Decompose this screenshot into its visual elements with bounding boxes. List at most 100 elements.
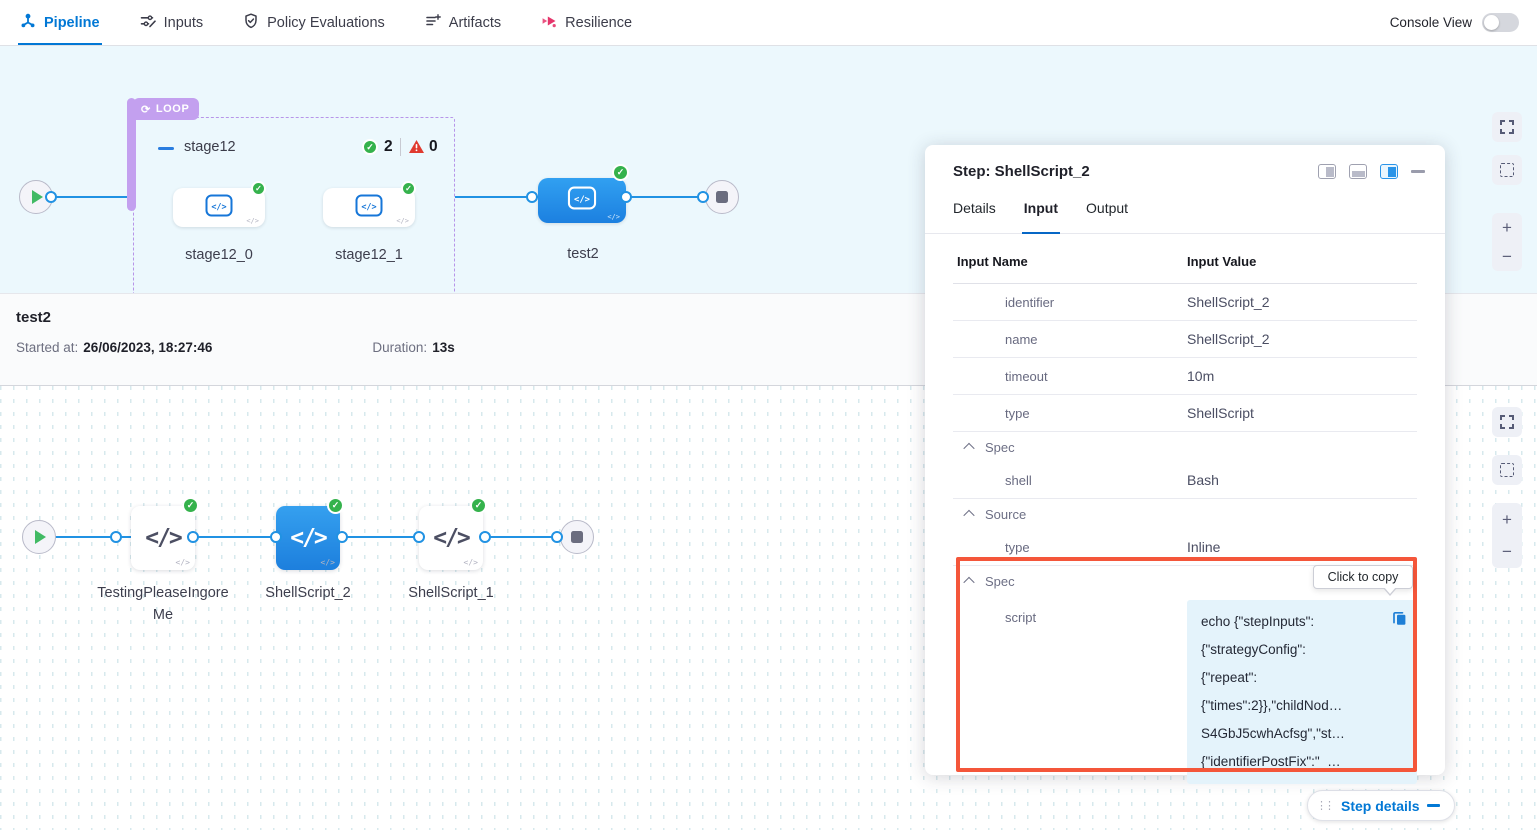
collapse-icon[interactable] bbox=[1427, 804, 1440, 807]
step-node-testingpleaseingoreme[interactable]: </> </> bbox=[131, 506, 195, 570]
success-badge-icon: ✓ bbox=[401, 181, 416, 196]
drag-handle-icon[interactable]: ⋮⋮ bbox=[1316, 799, 1332, 812]
fullscreen-button[interactable] bbox=[1492, 112, 1522, 142]
shellscript-step-icon: </> bbox=[145, 525, 181, 551]
check-glyph: ✓ bbox=[255, 184, 262, 193]
success-count-icon: ✓ bbox=[362, 139, 378, 155]
connector-ring bbox=[270, 531, 282, 543]
dock-right-gray-icon[interactable] bbox=[1318, 164, 1336, 179]
row-name: type bbox=[953, 540, 1187, 555]
section-spec[interactable]: Spec bbox=[953, 432, 1417, 462]
row-name: identifier bbox=[953, 295, 1187, 310]
collapse-group-button[interactable] bbox=[158, 147, 174, 150]
row-value: ShellScript_2 bbox=[1187, 294, 1417, 310]
chevron-up-icon[interactable] bbox=[963, 510, 974, 521]
connector-ring bbox=[479, 531, 491, 543]
row-name: script bbox=[953, 600, 1187, 784]
section-title: Source bbox=[985, 507, 1026, 522]
section-title: Spec bbox=[985, 574, 1015, 589]
minimize-panel-icon[interactable] bbox=[1411, 170, 1425, 173]
success-badge-icon: ✓ bbox=[182, 497, 199, 514]
success-badge-icon: ✓ bbox=[612, 164, 629, 181]
code-mini-icon: </> bbox=[607, 213, 620, 221]
connector-ring bbox=[697, 191, 709, 203]
row-name: type bbox=[953, 406, 1187, 421]
step-label[interactable]: TestingPleaseIngoreMe bbox=[97, 582, 229, 626]
fullscreen-button[interactable] bbox=[1492, 407, 1522, 437]
pipeline-icon bbox=[20, 13, 36, 33]
zoom-controls: + − bbox=[1492, 213, 1522, 271]
execution-end-node[interactable] bbox=[560, 520, 594, 554]
loop-badge: ⟳ LOOP bbox=[133, 98, 199, 120]
fullscreen-icon bbox=[1500, 415, 1514, 429]
panel-tab-output[interactable]: Output bbox=[1086, 200, 1128, 233]
row-name: name bbox=[953, 332, 1187, 347]
stage-icon: </> bbox=[567, 186, 597, 215]
zoom-in-button[interactable]: + bbox=[1502, 511, 1512, 528]
shellscript-step-icon: </> bbox=[290, 525, 326, 551]
step-label[interactable]: ShellScript_1 bbox=[381, 582, 521, 604]
panel-tab-input[interactable]: Input bbox=[1024, 200, 1058, 233]
play-icon bbox=[35, 530, 46, 544]
stop-icon bbox=[716, 191, 728, 203]
top-navbar: Pipeline Inputs Policy Evaluations Artif… bbox=[0, 0, 1537, 46]
marquee-select-button[interactable] bbox=[1492, 155, 1522, 185]
script-line: {"repeat": bbox=[1201, 664, 1403, 692]
connector-ring bbox=[187, 531, 199, 543]
stage-node-stage12_1[interactable]: </> </> bbox=[323, 188, 415, 227]
panel-body: Input Name Input Value identifier ShellS… bbox=[925, 234, 1445, 798]
stage-label[interactable]: stage12_1 bbox=[309, 244, 429, 266]
tab-policy-evaluations[interactable]: Policy Evaluations bbox=[241, 0, 387, 45]
step-details-label: Step details bbox=[1341, 798, 1420, 814]
stage-node-stage12_0[interactable]: </> </> bbox=[173, 188, 265, 227]
stage-label[interactable]: test2 bbox=[508, 243, 658, 265]
console-view-label: Console View bbox=[1390, 15, 1472, 30]
tab-pipeline-label: Pipeline bbox=[44, 15, 100, 31]
tab-artifacts[interactable]: Artifacts bbox=[423, 0, 503, 45]
panel-tabs: Details Input Output bbox=[925, 200, 1445, 234]
svg-text:</>: </> bbox=[361, 202, 376, 212]
chevron-up-icon[interactable] bbox=[963, 443, 974, 454]
stage-node-test2-selected[interactable]: </> </> bbox=[538, 178, 626, 223]
console-view-toggle[interactable] bbox=[1482, 13, 1519, 32]
column-input-value: Input Value bbox=[1187, 254, 1256, 269]
pipeline-end-node[interactable] bbox=[705, 180, 739, 214]
copy-icon[interactable] bbox=[1391, 609, 1408, 637]
step-node-shellscript2-selected[interactable]: </> </> bbox=[276, 506, 340, 570]
section-source[interactable]: Source bbox=[953, 499, 1417, 529]
dock-bottom-icon[interactable] bbox=[1349, 164, 1367, 179]
panel-tab-details[interactable]: Details bbox=[953, 200, 996, 233]
inputs-icon bbox=[140, 13, 156, 33]
marquee-icon bbox=[1500, 463, 1514, 477]
connector-ring bbox=[413, 531, 425, 543]
zoom-in-button[interactable]: + bbox=[1502, 219, 1512, 236]
marquee-select-button[interactable] bbox=[1492, 455, 1522, 485]
shellscript-step-icon: </> bbox=[433, 525, 469, 551]
input-table-header: Input Name Input Value bbox=[953, 234, 1417, 284]
row-value: ShellScript bbox=[1187, 405, 1417, 421]
error-triangle-icon bbox=[408, 139, 425, 159]
zoom-out-button[interactable]: − bbox=[1502, 543, 1512, 560]
tab-pipeline[interactable]: Pipeline bbox=[18, 0, 102, 45]
stage-icon: </> bbox=[355, 194, 383, 222]
script-line: {"strategyConfig": bbox=[1201, 636, 1403, 664]
panel-window-controls bbox=[1318, 164, 1425, 179]
script-value-block[interactable]: echo {"stepInputs": {"strategyConfig": {… bbox=[1187, 600, 1417, 784]
dock-right-active-icon[interactable] bbox=[1380, 164, 1398, 179]
list-plus-icon bbox=[425, 13, 441, 33]
execution-start-node[interactable] bbox=[22, 520, 56, 554]
tab-inputs[interactable]: Inputs bbox=[138, 0, 206, 45]
tab-resilience[interactable]: Resilience bbox=[539, 0, 634, 45]
status-divider bbox=[400, 138, 401, 156]
chevron-up-icon[interactable] bbox=[963, 577, 974, 588]
check-glyph: ✓ bbox=[366, 142, 374, 153]
stage-label[interactable]: stage12_0 bbox=[159, 244, 279, 266]
step-label[interactable]: ShellScript_2 bbox=[238, 582, 378, 604]
resilience-icon bbox=[541, 13, 557, 33]
row-name: shell bbox=[953, 473, 1187, 488]
step-node-shellscript1[interactable]: </> </> bbox=[419, 506, 483, 570]
copy-tooltip-label: Click to copy bbox=[1328, 570, 1399, 584]
zoom-out-button[interactable]: − bbox=[1502, 248, 1512, 265]
column-input-name: Input Name bbox=[953, 254, 1187, 269]
connector-ring bbox=[336, 531, 348, 543]
